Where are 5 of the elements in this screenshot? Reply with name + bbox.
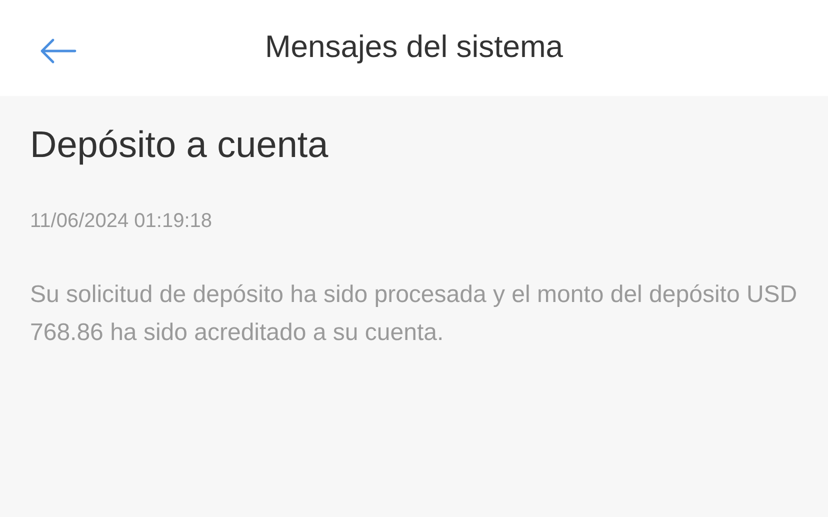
message-title: Depósito a cuenta	[30, 123, 330, 167]
page-title: Mensajes del sistema	[264, 29, 564, 66]
back-arrow-icon[interactable]	[39, 38, 77, 64]
message-body: Su solicitud de depósito ha sido procesada y el monto del depósito USD 768.86 ha sido acreditado a su cuenta.	[30, 280, 798, 348]
message-timestamp: 11/06/2024 01:19:18	[30, 209, 214, 234]
